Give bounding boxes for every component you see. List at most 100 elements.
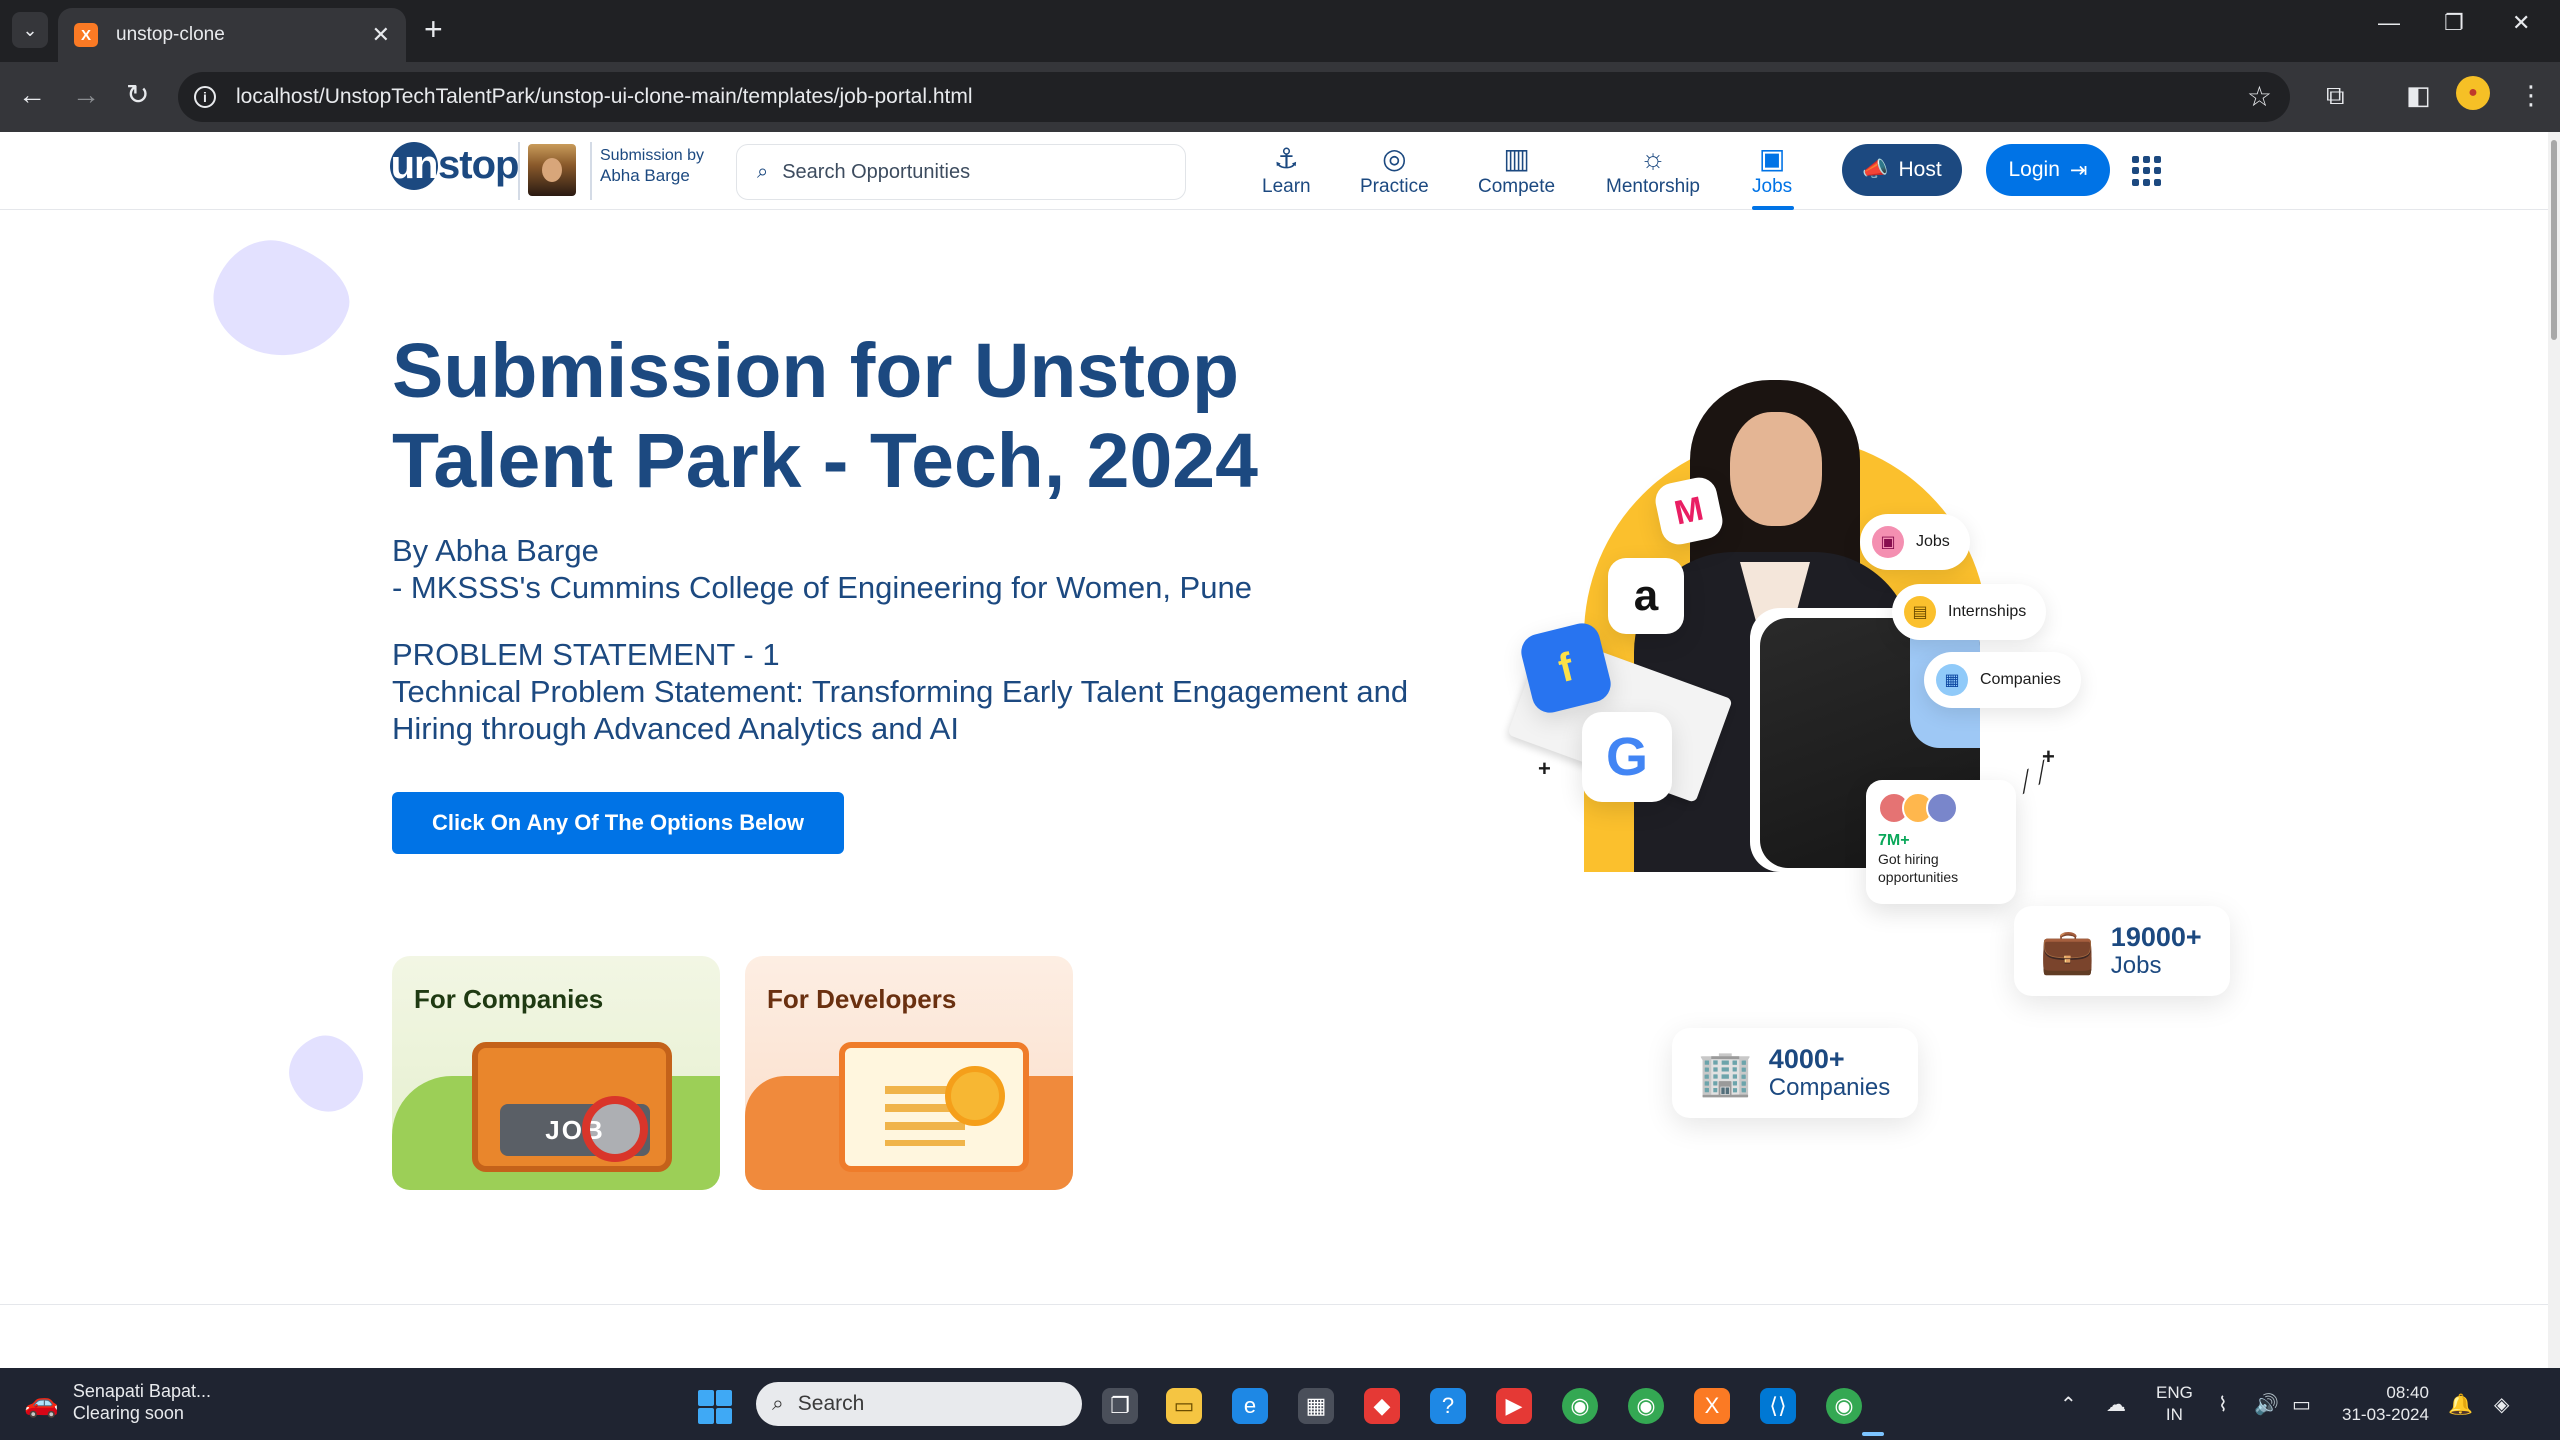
hiring-text: Got hiring opportunities <box>1878 851 1959 885</box>
onedrive-icon[interactable]: ☁ <box>2106 1392 2126 1417</box>
anchor-icon: ⚓ <box>1273 143 1299 174</box>
person-illustration <box>1730 412 1822 526</box>
college-line: - MKSSS's Cummins College of Engineering… <box>392 570 1252 605</box>
tray-overflow-icon[interactable]: ⌃ <box>2060 1392 2077 1417</box>
clock[interactable]: 08:40 31-03-2024 <box>2342 1382 2429 1426</box>
tab-search-button[interactable]: ⌄ <box>12 12 48 48</box>
notifications-icon[interactable]: 🔔 <box>2448 1392 2473 1417</box>
cta-button[interactable]: Click On Any Of The Options Below <box>392 792 844 854</box>
document-icon: ▤ <box>1904 596 1936 628</box>
side-panel-icon[interactable]: ◧ <box>2406 80 2431 111</box>
nav-practice[interactable]: ◎ Practice <box>1360 142 1429 198</box>
minimize-icon[interactable]: — <box>2378 10 2400 36</box>
browser-toolbar: ← → ↻ i localhost/UnstopTechTalentPark/u… <box>0 62 2560 132</box>
youtube-icon[interactable]: ▶ <box>1496 1388 1532 1424</box>
nav-jobs[interactable]: ▣ Jobs <box>1752 142 1792 198</box>
wifi-icon[interactable]: ⌇ <box>2218 1392 2228 1417</box>
xampp-icon[interactable]: X <box>1694 1388 1730 1424</box>
app-diamond-icon[interactable]: ◆ <box>1364 1388 1400 1424</box>
building-icon: 🏢 <box>1698 1049 1753 1098</box>
taskbar-search-label: Search <box>797 1392 865 1415</box>
decorative-blob <box>199 226 363 374</box>
reload-icon[interactable]: ↻ <box>126 78 149 112</box>
award-badge-icon <box>945 1066 1005 1126</box>
bulb-icon: ☼ <box>1640 143 1666 174</box>
address-bar[interactable]: i localhost/UnstopTechTalentPark/unstop-… <box>178 72 2290 122</box>
weather-widget[interactable]: 🚗 Senapati Bapat... Clearing soon <box>24 1380 211 1424</box>
profile-avatar[interactable]: ● <box>2456 76 2490 110</box>
for-companies-card[interactable]: For Companies JOB <box>392 956 720 1190</box>
edge-icon[interactable]: e <box>1232 1388 1268 1424</box>
nav-label: Practice <box>1360 176 1429 197</box>
nav-label: Mentorship <box>1606 176 1700 197</box>
pill-label: Internships <box>1948 603 2027 620</box>
magnifier-icon <box>582 1096 648 1162</box>
help-icon[interactable]: ? <box>1430 1388 1466 1424</box>
nav-label: Learn <box>1262 176 1311 197</box>
language-code: ENG <box>2156 1383 2193 1402</box>
divider <box>590 142 592 200</box>
copilot-icon[interactable]: ◈ <box>2494 1392 2509 1417</box>
window-close-icon[interactable]: ✕ <box>2512 10 2530 36</box>
weather-title: Senapati Bapat... <box>72 1381 211 1401</box>
nav-compete[interactable]: ▥ Compete <box>1478 142 1555 198</box>
tab-close-icon[interactable]: ✕ <box>372 22 390 48</box>
nav-label: Compete <box>1478 176 1556 197</box>
new-tab-button[interactable]: + <box>424 12 443 46</box>
nav-mentorship[interactable]: ☼ Mentorship <box>1606 142 1700 198</box>
problem-text: Technical Problem Statement: Transformin… <box>392 674 1409 746</box>
extensions-icon[interactable]: ⧉ <box>2326 80 2345 112</box>
target-icon: ◎ <box>1382 143 1407 174</box>
browser-tabbar: ⌄ X unstop-clone ✕ + — ❐ ✕ <box>0 0 2560 62</box>
forward-icon[interactable]: → <box>72 78 100 112</box>
volume-icon[interactable]: 🔊 <box>2254 1392 2279 1417</box>
for-developers-card[interactable]: For Developers <box>745 956 1073 1190</box>
task-view-icon[interactable]: ❐ <box>1102 1388 1138 1424</box>
browser-menu-icon[interactable]: ⋮ <box>2518 80 2544 111</box>
site-info-icon[interactable]: i <box>194 86 216 108</box>
bookmark-star-icon[interactable]: ☆ <box>2247 80 2272 113</box>
search-input[interactable] <box>782 160 1163 184</box>
submission-by: Submission by Abha Barge <box>600 146 704 186</box>
briefcase-icon: 💼 <box>2040 927 2095 976</box>
problem-heading: PROBLEM STATEMENT - 1 <box>392 637 780 672</box>
browser-tab[interactable]: X unstop-clone ✕ <box>58 8 406 62</box>
problem-statement: PROBLEM STATEMENT - 1 Technical Problem … <box>392 636 1412 747</box>
search-box[interactable]: ⌕ <box>736 144 1186 200</box>
nav-label: Jobs <box>1752 176 1793 197</box>
chrome-profile-icon[interactable]: ◉ <box>1628 1388 1664 1424</box>
page-viewport: unstop Submission by Abha Barge ⌕ ⚓ Lear… <box>0 132 2548 1368</box>
windows-start-icon[interactable] <box>698 1390 732 1424</box>
url-text[interactable]: localhost/UnstopTechTalentPark/unstop-ui… <box>236 85 973 109</box>
back-icon[interactable]: ← <box>18 78 46 112</box>
taskbar-search[interactable]: ⌕ Search <box>756 1382 1082 1426</box>
vscode-icon[interactable]: ⟨⟩ <box>1760 1388 1796 1424</box>
unstop-logo[interactable]: unstop <box>390 142 519 190</box>
restore-icon[interactable]: ❐ <box>2444 10 2464 36</box>
apps-grid-icon[interactable] <box>2132 156 2162 186</box>
active-app-indicator <box>1862 1432 1884 1436</box>
pill-label: Companies <box>1980 671 2061 688</box>
store-icon[interactable]: ▦ <box>1298 1388 1334 1424</box>
login-label: Login <box>2008 158 2060 181</box>
google-logo-icon: G <box>1582 712 1672 802</box>
language-indicator[interactable]: ENG IN <box>2156 1382 2193 1426</box>
battery-icon[interactable]: ▭ <box>2292 1392 2311 1417</box>
stat-number: 19000+ <box>2110 922 2202 952</box>
nav-learn[interactable]: ⚓ Learn <box>1262 142 1311 198</box>
chrome-icon[interactable]: ◉ <box>1562 1388 1598 1424</box>
host-button[interactable]: 📣 Host <box>1842 144 1962 196</box>
file-explorer-icon[interactable]: ▭ <box>1166 1388 1202 1424</box>
building-icon: ▦ <box>1936 664 1968 696</box>
login-button[interactable]: Login ⇥ <box>1986 144 2110 196</box>
card-title: For Developers <box>767 984 957 1014</box>
clock-time: 08:40 <box>2386 1383 2429 1402</box>
chrome-active-icon[interactable]: ◉ <box>1826 1388 1862 1424</box>
author-avatar <box>528 144 576 196</box>
stat-label: Jobs <box>2110 952 2162 979</box>
search-icon: ⌕ <box>757 160 769 183</box>
card-title: For Companies <box>414 984 604 1014</box>
scrollbar-thumb[interactable] <box>2551 140 2557 340</box>
clock-date: 31-03-2024 <box>2342 1405 2429 1424</box>
site-header: unstop Submission by Abha Barge ⌕ ⚓ Lear… <box>0 132 2548 210</box>
